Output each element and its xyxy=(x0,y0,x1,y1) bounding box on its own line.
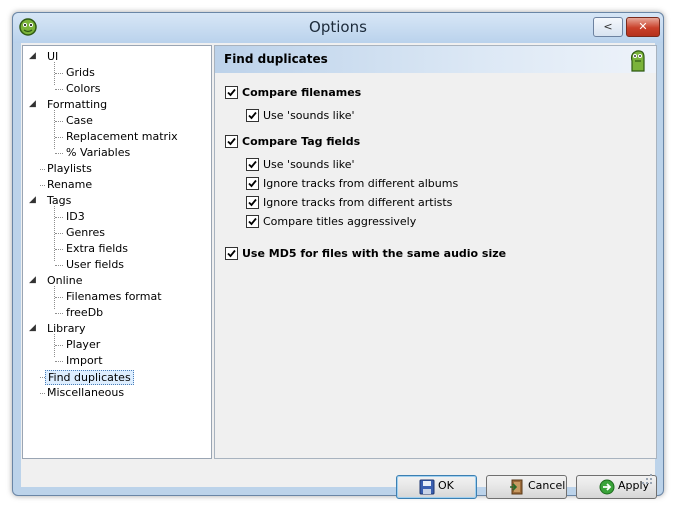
tree-expander-icon[interactable]: ◢ xyxy=(29,275,36,285)
tree-guide-line xyxy=(55,89,63,90)
exit-door-icon xyxy=(510,479,523,495)
cancel-button[interactable]: Cancel xyxy=(486,475,567,499)
tree-item[interactable]: Colors xyxy=(64,81,102,96)
tree-item[interactable]: Import xyxy=(64,353,105,368)
tree-guide-line xyxy=(55,233,63,234)
tree-item[interactable]: freeDb xyxy=(64,305,105,320)
tree-item[interactable]: ID3 xyxy=(64,209,87,224)
tree-expander-icon[interactable]: ◢ xyxy=(29,323,36,333)
tree-guide-line xyxy=(55,217,63,218)
tree-item[interactable]: Replacement matrix xyxy=(64,129,180,144)
tree-item[interactable]: Genres xyxy=(64,225,107,240)
ignore-artists-option[interactable]: Ignore tracks from different artists xyxy=(246,195,453,212)
tree-item[interactable]: Case xyxy=(64,113,95,128)
ignore-albums-label: Ignore tracks from different albums xyxy=(263,177,459,190)
tree-guide-line xyxy=(55,361,63,362)
tags-sounds-like-option[interactable]: Use 'sounds like' xyxy=(246,157,355,174)
panel-header: Find duplicates xyxy=(215,46,656,73)
save-disk-icon xyxy=(419,479,435,495)
tree-guide-line xyxy=(54,110,55,149)
title-bar[interactable]: Options < ✕ xyxy=(13,13,663,43)
tree-item[interactable]: Online xyxy=(45,273,84,288)
cancel-label: Cancel xyxy=(528,479,566,492)
ignore-albums-checkbox[interactable] xyxy=(246,176,259,190)
ignore-artists-label: Ignore tracks from different artists xyxy=(263,196,453,209)
tree-item[interactable]: Filenames format xyxy=(64,289,164,304)
compare-tag-fields-label: Compare Tag fields xyxy=(242,135,361,148)
tree-item[interactable]: Miscellaneous xyxy=(45,385,126,400)
compare-filenames-checkbox[interactable] xyxy=(225,85,238,99)
tree-item[interactable]: UI xyxy=(45,49,60,64)
settings-panel: Find duplicates Compare filenames Use 's… xyxy=(214,45,657,459)
options-tree[interactable]: ◢ UI Grids Colors ◢ Formatting Case Replacement… xyxy=(22,45,212,459)
tree-guide-line xyxy=(55,73,63,74)
compare-tag-fields-checkbox[interactable] xyxy=(225,134,238,148)
tree-expander-icon[interactable]: ◢ xyxy=(29,99,36,109)
compare-titles-label: Compare titles aggressively xyxy=(263,215,417,228)
compare-filenames-label: Compare filenames xyxy=(242,86,362,99)
tree-item[interactable]: Extra fields xyxy=(64,241,130,256)
tree-item[interactable]: User fields xyxy=(64,257,126,272)
tree-guide-line xyxy=(55,313,63,314)
dialog-client-area: ◢ UI Grids Colors ◢ Formatting Case Replacement… xyxy=(21,43,657,499)
tree-item[interactable]: Player xyxy=(64,337,102,352)
panel-title: Find duplicates xyxy=(224,52,328,66)
tree-item[interactable]: Library xyxy=(45,321,87,336)
options-window: Options < ✕ ◢ UI Grids Colors ◢ Formatting Cas… xyxy=(12,12,664,499)
use-md5-option[interactable]: Use MD5 for files with the same audio si… xyxy=(225,246,507,263)
use-md5-checkbox[interactable] xyxy=(225,246,238,260)
mascot-icon xyxy=(630,50,645,72)
filenames-sounds-like-option[interactable]: Use 'sounds like' xyxy=(246,108,355,125)
tree-item[interactable]: Grids xyxy=(64,65,97,80)
tree-guide-line xyxy=(55,265,63,266)
help-button[interactable]: < xyxy=(593,17,623,37)
tree-item[interactable]: % Variables xyxy=(64,145,132,160)
tree-guide-line xyxy=(55,121,63,122)
tags-sounds-like-label: Use 'sounds like' xyxy=(263,158,355,171)
tree-guide-line xyxy=(55,249,63,250)
filenames-sounds-like-checkbox[interactable] xyxy=(246,108,259,122)
ignore-albums-option[interactable]: Ignore tracks from different albums xyxy=(246,176,459,193)
compare-filenames-option[interactable]: Compare filenames xyxy=(225,85,362,102)
ok-label: OK xyxy=(438,479,454,492)
compare-titles-option[interactable]: Compare titles aggressively xyxy=(246,214,417,231)
filenames-sounds-like-label: Use 'sounds like' xyxy=(263,109,355,122)
use-md5-label: Use MD5 for files with the same audio si… xyxy=(242,247,507,260)
tree-item[interactable]: Playlists xyxy=(45,161,94,176)
tree-item[interactable]: Rename xyxy=(45,177,94,192)
close-button[interactable]: ✕ xyxy=(626,17,660,37)
tags-sounds-like-checkbox[interactable] xyxy=(246,157,259,171)
window-title: Options xyxy=(309,18,367,36)
tree-guide-line xyxy=(55,297,63,298)
tree-item-selected[interactable]: Find duplicates xyxy=(45,370,134,385)
compare-titles-checkbox[interactable] xyxy=(246,214,259,228)
tree-guide-line xyxy=(55,345,63,346)
tree-expander-icon[interactable]: ◢ xyxy=(29,51,36,61)
tree-item[interactable]: Formatting xyxy=(45,97,109,112)
ignore-artists-checkbox[interactable] xyxy=(246,195,259,209)
resize-grip-icon[interactable] xyxy=(641,473,653,485)
compare-tag-fields-option[interactable]: Compare Tag fields xyxy=(225,134,361,151)
tree-item[interactable]: Tags xyxy=(45,193,73,208)
tree-expander-icon[interactable]: ◢ xyxy=(29,195,36,205)
tree-guide-line xyxy=(55,153,63,154)
apply-arrow-icon xyxy=(599,479,615,495)
ok-button[interactable]: OK xyxy=(396,475,477,499)
tree-guide-line xyxy=(55,137,63,138)
